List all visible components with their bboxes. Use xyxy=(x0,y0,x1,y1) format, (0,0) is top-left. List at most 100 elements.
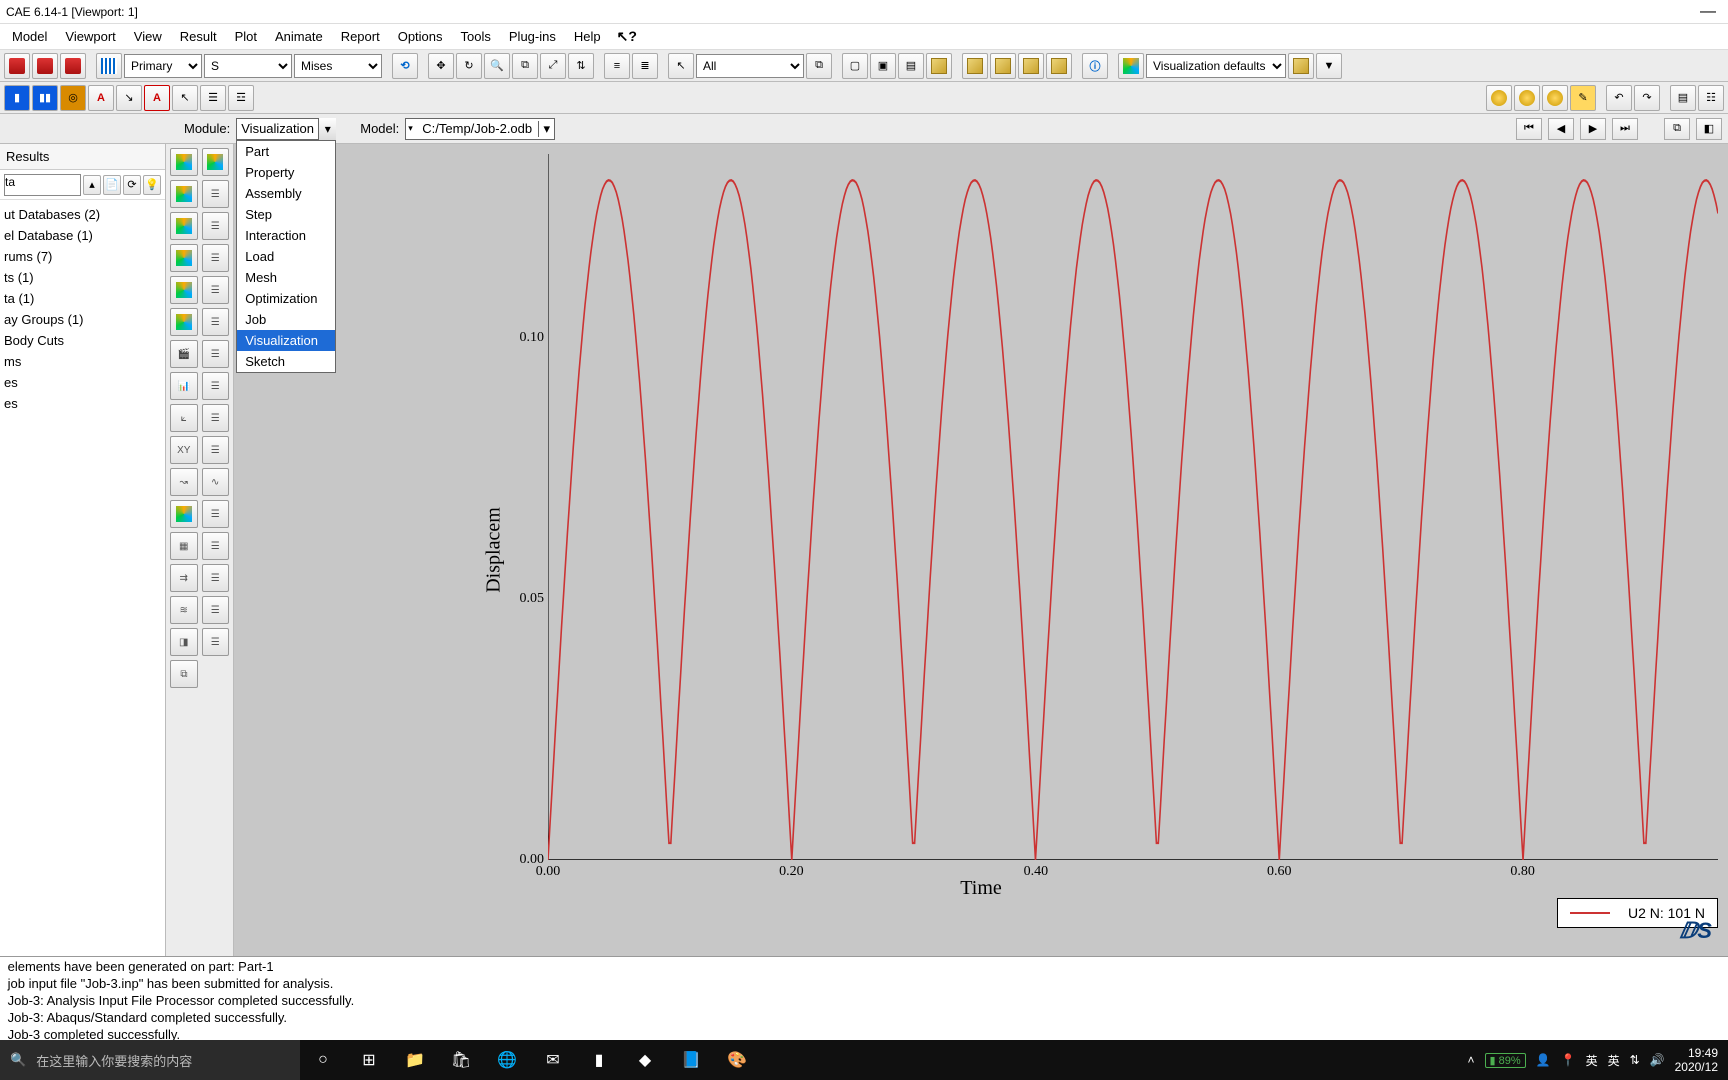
tree-item[interactable]: Body Cuts xyxy=(4,330,161,351)
color-code-button[interactable] xyxy=(1118,53,1144,79)
menu-animate[interactable]: Animate xyxy=(267,27,331,46)
anim-first-button[interactable]: ⏮ xyxy=(1516,118,1542,140)
fit-button[interactable]: ⤢ xyxy=(540,53,566,79)
anim-link-button[interactable]: ⧉ xyxy=(1664,118,1690,140)
module-dropdown[interactable]: Visualization ▾ Part Property Assembly S… xyxy=(236,118,336,140)
taskbar-edge[interactable]: 🌐 xyxy=(484,1040,530,1080)
boolean2-button[interactable] xyxy=(1514,85,1540,111)
menu-plot[interactable]: Plot xyxy=(227,27,265,46)
message-area[interactable]: elements have been generated on part: Pa… xyxy=(0,956,1728,1040)
taskbar-cmd[interactable]: ▮ xyxy=(576,1040,622,1080)
tool-spectrum[interactable]: ▦ xyxy=(170,532,198,560)
tool-path-plot[interactable]: ∿ xyxy=(202,468,230,496)
anim-last-button[interactable]: ⏭ xyxy=(1612,118,1638,140)
anim-sync-button[interactable]: ◧ xyxy=(1696,118,1722,140)
tree-filter-select[interactable]: ta xyxy=(4,174,81,196)
anim-next-button[interactable]: ▶ xyxy=(1580,118,1606,140)
tool-xyplot-opts[interactable]: ☰ xyxy=(202,276,230,304)
tool-plot-undeformed[interactable] xyxy=(170,148,198,176)
ime-indicator-2[interactable]: 英 xyxy=(1608,1052,1620,1069)
tool-field-opts[interactable]: ☰ xyxy=(202,500,230,528)
annotate-a-button[interactable]: A xyxy=(88,85,114,111)
menu-result[interactable]: Result xyxy=(172,27,225,46)
tree-item[interactable]: el Database (1) xyxy=(4,225,161,246)
tool-material-orient[interactable] xyxy=(170,244,198,272)
tree-item[interactable]: ut Databases (2) xyxy=(4,204,161,225)
tool-animate[interactable] xyxy=(170,308,198,336)
perspective-button[interactable]: ≡ xyxy=(604,53,630,79)
tool-csys-opts[interactable]: ☰ xyxy=(202,404,230,432)
boolean1-button[interactable] xyxy=(1486,85,1512,111)
tool-field[interactable] xyxy=(170,500,198,528)
tool-xydata-opts[interactable]: ☰ xyxy=(202,436,230,464)
undo-button[interactable]: ↶ xyxy=(1606,85,1632,111)
dg-intersect-button[interactable] xyxy=(926,53,952,79)
colorcode-menu-button[interactable]: ▼ xyxy=(1316,53,1342,79)
tree-item[interactable]: es xyxy=(4,372,161,393)
tool-symbol-opts[interactable]: ☰ xyxy=(202,212,230,240)
menu-plugins[interactable]: Plug-ins xyxy=(501,27,564,46)
zoom-button[interactable]: 🔍 xyxy=(484,53,510,79)
annotate-arrow-button[interactable]: ↘ xyxy=(116,85,142,111)
field-output-invariant-select[interactable]: Mises xyxy=(294,54,382,78)
info-button[interactable]: ⓘ xyxy=(1082,53,1108,79)
boolean3-button[interactable] xyxy=(1542,85,1568,111)
rotate-button[interactable]: ↻ xyxy=(456,53,482,79)
minimize-button[interactable]: — xyxy=(1694,3,1722,21)
tool-report-opts[interactable]: ☰ xyxy=(202,372,230,400)
taskbar-mail[interactable]: ✉ xyxy=(530,1040,576,1080)
tool-movie-opts[interactable]: ☰ xyxy=(202,340,230,368)
annotate-boxA-button[interactable]: A xyxy=(144,85,170,111)
select-button[interactable]: ↖ xyxy=(172,85,198,111)
tree-new-button[interactable]: 📄 xyxy=(103,175,121,195)
parallel-button[interactable]: ≣ xyxy=(632,53,658,79)
context-help-icon[interactable]: ↖? xyxy=(611,28,643,45)
shaded-button[interactable] xyxy=(1018,53,1044,79)
tool-freebody-opts[interactable]: ☰ xyxy=(202,564,230,592)
field-output-mode-select[interactable]: Primary xyxy=(124,54,202,78)
module-opt-mesh[interactable]: Mesh xyxy=(237,267,335,288)
viewport[interactable]: Displacem Time 0.00 0.05 0.10 0.00 0.20 … xyxy=(234,144,1728,956)
tool-movie[interactable]: 🎬 xyxy=(170,340,198,368)
list2-button[interactable]: ☲ xyxy=(228,85,254,111)
anim-prev-button[interactable]: ◀ xyxy=(1548,118,1574,140)
model-dropdown[interactable]: C:/Temp/Job-2.odb ▾ xyxy=(405,118,555,140)
cycle-views-button[interactable]: ⟲ xyxy=(392,53,418,79)
tool-plot-deformed[interactable] xyxy=(202,148,230,176)
render-style-select[interactable]: Visualization defaults xyxy=(1146,54,1286,78)
menu-options[interactable]: Options xyxy=(390,27,451,46)
tool-spectrum-opts[interactable]: ☰ xyxy=(202,532,230,560)
taskbar-app3[interactable]: 🎨 xyxy=(714,1040,760,1080)
tree-item[interactable]: ta (1) xyxy=(4,288,161,309)
cortana-button[interactable]: ○ xyxy=(300,1040,346,1080)
taskbar-store[interactable]: 🛍 xyxy=(438,1040,484,1080)
tool-view-cut-opts[interactable]: ☰ xyxy=(202,628,230,656)
taskbar-search[interactable]: 🔍 在这里输入你要搜索的内容 xyxy=(0,1040,300,1080)
module-opt-interaction[interactable]: Interaction xyxy=(237,225,335,246)
selection-filter-select[interactable]: All xyxy=(696,54,804,78)
volume-icon[interactable]: 🔊 xyxy=(1650,1053,1665,1067)
tool-csys[interactable]: ⟀ xyxy=(170,404,198,432)
list-button[interactable]: ☰ xyxy=(200,85,226,111)
network-icon[interactable]: ⇅ xyxy=(1630,1053,1640,1067)
tool-stream-opts[interactable]: ☰ xyxy=(202,596,230,624)
field-output-var-select[interactable]: S xyxy=(204,54,292,78)
shaded-edges-button[interactable] xyxy=(1046,53,1072,79)
options-button[interactable]: ☷ xyxy=(1698,85,1724,111)
menu-help[interactable]: Help xyxy=(566,27,609,46)
system-tray[interactable]: ˄ ▮ 89% 👤 📍 英 英 ⇅ 🔊 19:49 2020/12 xyxy=(1458,1046,1728,1074)
tree-up-button[interactable]: ▴ xyxy=(83,175,101,195)
battery-indicator[interactable]: ▮ 89% xyxy=(1485,1053,1526,1068)
vp3-button[interactable]: ◎ xyxy=(60,85,86,111)
menu-viewport[interactable]: Viewport xyxy=(57,27,123,46)
menu-tools[interactable]: Tools xyxy=(453,27,499,46)
tree-item[interactable]: rums (7) xyxy=(4,246,161,267)
module-opt-step[interactable]: Step xyxy=(237,204,335,225)
module-opt-visualization[interactable]: Visualization xyxy=(237,330,335,351)
pan-button[interactable]: ✥ xyxy=(428,53,454,79)
layer-button[interactable]: ▤ xyxy=(1670,85,1696,111)
taskbar-app2[interactable]: 📘 xyxy=(668,1040,714,1080)
vp2-button[interactable]: ▮▮ xyxy=(32,85,58,111)
module-opt-job[interactable]: Job xyxy=(237,309,335,330)
menu-model[interactable]: Model xyxy=(4,27,55,46)
